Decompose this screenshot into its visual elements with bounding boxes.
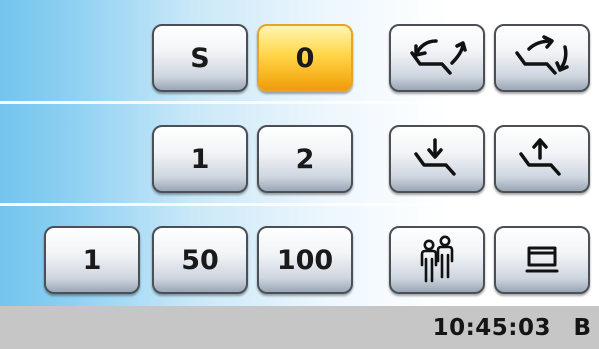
step-50-button[interactable]: 50 (152, 226, 248, 294)
preset-2-button[interactable]: 2 (257, 125, 353, 193)
step-100-button[interactable]: 100 (257, 226, 353, 294)
s-button-label: S (190, 42, 210, 74)
step-1-label: 1 (82, 244, 102, 276)
people-icon (420, 235, 454, 283)
step-50-label: 50 (181, 244, 219, 276)
zero-button-label: 0 (295, 42, 315, 74)
preset-1-button[interactable]: 1 (152, 125, 248, 193)
clock-time: 10:45:03 (432, 315, 551, 341)
s-button[interactable]: S (152, 24, 248, 92)
step-1-button[interactable]: 1 (44, 226, 140, 294)
chair-down-button[interactable] (389, 125, 485, 193)
step-100-label: 100 (276, 244, 334, 276)
row-divider (0, 203, 599, 206)
chair-up-button[interactable] (494, 125, 590, 193)
chair-tilt-backward-icon (410, 39, 467, 75)
preset-1-label: 1 (190, 143, 210, 175)
people-button[interactable] (389, 226, 485, 294)
preset-2-label: 2 (295, 143, 315, 175)
chair-tilt-forward-icon (515, 35, 569, 75)
recline-forward-button[interactable] (494, 24, 590, 92)
row-divider (0, 101, 599, 104)
screen-icon (525, 246, 559, 273)
chair-up-icon (519, 138, 561, 176)
control-panel: S 0 1 2 1 50 100 (0, 0, 599, 306)
mode-indicator: B (573, 315, 591, 341)
display-button[interactable] (494, 226, 590, 294)
recline-backward-button[interactable] (389, 24, 485, 92)
zero-button[interactable]: 0 (257, 24, 353, 92)
chair-down-icon (414, 138, 456, 176)
